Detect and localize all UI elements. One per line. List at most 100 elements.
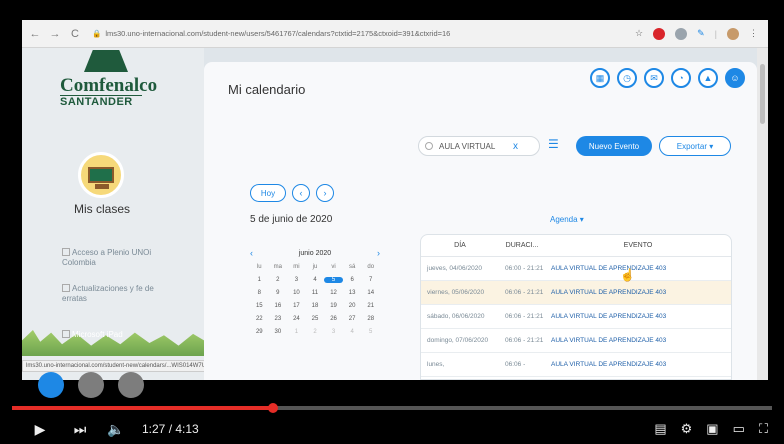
mini-day[interactable]: 1 [250,277,269,283]
settings-gear-icon[interactable]: ⚙ [681,421,693,437]
mini-day[interactable]: 29 [250,329,269,335]
clock-icon[interactable]: ◷ [617,68,637,88]
table-row[interactable]: jueves, 04/06/2020 06:00 - 21:21 AULA VIRT… [421,257,731,281]
mini-day[interactable]: 12 [324,290,343,296]
avatar-icon[interactable]: ☺ [725,68,745,88]
sidebar-link-ipad[interactable]: Microsoft iPad [62,330,172,340]
mini-day[interactable]: 30 [269,329,288,335]
next-video-icon[interactable]: ⏭ [66,421,94,438]
menu-icon[interactable]: ⋮ [749,28,758,39]
mini-day[interactable]: 5 [324,277,343,283]
mini-day[interactable]: 11 [306,290,325,296]
volume-icon[interactable]: 🔈 [102,421,130,438]
reload-button[interactable]: C [68,28,82,40]
nuevo-evento-button[interactable]: Nuevo Evento [576,136,652,156]
mini-day[interactable]: 15 [250,303,269,309]
exportar-button[interactable]: Exportar ▾ [659,136,731,156]
table-header: DÍA DURACI... EVENTO [421,235,731,257]
lock-icon: 🔒 [92,29,102,38]
cell-evento[interactable]: AULA VIRTUAL DE APRENDIZAJE 403 [545,265,731,272]
search-field[interactable]: x [418,136,540,156]
pen-icon[interactable]: ✎ [697,28,705,39]
chart-icon[interactable]: ▲ [698,68,718,88]
mini-day[interactable]: 19 [324,303,343,309]
subtitles-icon[interactable]: ▤ [654,421,666,437]
mini-day[interactable]: 23 [269,316,288,322]
scrollbar-thumb[interactable] [760,64,765,124]
slide-dot[interactable] [118,372,144,398]
mini-day[interactable]: 24 [287,316,306,322]
mini-prev-month-button[interactable]: ‹ [250,248,253,258]
mini-day[interactable]: 2 [306,329,325,335]
prev-day-button[interactable]: ‹ [292,184,310,202]
cell-evento[interactable]: AULA VIRTUAL DE APRENDIZAJE 403 [545,361,731,368]
filter-icon[interactable]: ☰ [548,137,559,151]
sidebar-link-actualizaciones[interactable]: Actualizaciones y fe de erratas [62,284,172,304]
bell-icon[interactable]: ◔ [671,68,691,88]
progress-scrubber[interactable] [268,403,278,413]
mini-day[interactable]: 25 [306,316,325,322]
cell-evento[interactable]: AULA VIRTUAL DE APRENDIZAJE 403 [545,337,731,344]
page-scrollbar[interactable] [757,48,768,380]
slide-dot[interactable] [38,372,64,398]
fullscreen-icon[interactable]: ⛶ [759,421,768,437]
mini-day[interactable]: 26 [324,316,343,322]
mini-day[interactable]: 1 [287,329,306,335]
play-icon[interactable]: ▶ [26,421,54,438]
mini-next-month-button[interactable]: › [377,248,380,258]
sidebar-link-plenio[interactable]: Acceso a Plenio UNOi Colombia [62,248,172,268]
slide-dot[interactable] [78,372,104,398]
table-row[interactable]: lunes, 06:06 - AULA VIRTUAL DE APRENDIZAJE… [421,353,731,377]
cell-dia: jueves, 04/06/2020 [427,265,482,272]
mis-clases-button[interactable] [78,152,124,198]
cell-duracion: 06:06 - [505,361,526,368]
star-icon[interactable]: ☆ [635,28,643,39]
table-row[interactable]: sábado, 06/06/2020 06:06 - 21:21 AULA VIRT… [421,305,731,329]
mini-day[interactable]: 14 [361,290,380,296]
mini-day[interactable]: 2 [269,277,288,283]
mini-day[interactable]: 27 [343,316,362,322]
cell-evento[interactable]: AULA VIRTUAL DE APRENDIZAJE 403 [545,313,731,320]
search-input[interactable] [439,141,509,151]
top-icon-bar: ▦ ◷ ✉ ◔ ▲ ☺ [590,68,745,88]
mini-day[interactable]: 16 [269,303,288,309]
hoy-button[interactable]: Hoy [250,184,286,202]
mini-day[interactable]: 13 [343,290,362,296]
theater-mode-icon[interactable]: ▭ [733,421,745,437]
table-row[interactable]: viernes, 05/06/2020 06:06 - 21:21 AULA VIR… [421,281,731,305]
profile-icon[interactable] [727,27,739,40]
mini-day[interactable]: 6 [343,277,362,283]
video-progress-bar[interactable] [12,403,772,413]
mini-day[interactable]: 3 [287,277,306,283]
forward-button[interactable]: → [48,28,62,40]
miniplayer-icon[interactable]: ▣ [706,421,718,437]
mini-day[interactable]: 10 [287,290,306,296]
mini-day[interactable]: 22 [250,316,269,322]
mini-day[interactable]: 4 [343,329,362,335]
table-row[interactable]: domingo, 07/06/2020 06:06 - 21:21 AULA VIR… [421,329,731,353]
address-bar[interactable]: 🔒 lms30.uno-internacional.com/student-new… [92,29,635,38]
mis-clases-label[interactable]: Mis clases [22,202,182,216]
mini-day[interactable]: 3 [324,329,343,335]
mini-day[interactable]: 28 [361,316,380,322]
mini-day[interactable]: 9 [269,290,288,296]
mail-icon[interactable]: ✉ [644,68,664,88]
clear-search-icon[interactable]: x [513,141,518,152]
opera-icon[interactable] [653,27,666,40]
mini-day-header: sá [348,264,356,270]
extension-icon[interactable] [675,27,688,40]
mini-day[interactable]: 4 [306,277,325,283]
sidebar: Comfenalco SANTANDER Mis clases Acceso a… [22,48,250,380]
mini-day[interactable]: 7 [361,277,380,283]
mini-day[interactable]: 17 [287,303,306,309]
cell-evento[interactable]: AULA VIRTUAL DE APRENDIZAJE 403 [545,289,731,296]
mini-day[interactable]: 21 [361,303,380,309]
next-day-button[interactable]: › [316,184,334,202]
mini-day[interactable]: 20 [343,303,362,309]
back-button[interactable]: ← [28,28,42,40]
agenda-view-select[interactable]: Agenda ▾ [550,215,584,224]
mini-day[interactable]: 5 [361,329,380,335]
mini-day[interactable]: 8 [250,290,269,296]
calendar-icon[interactable]: ▦ [590,68,610,88]
mini-day[interactable]: 18 [306,303,325,309]
